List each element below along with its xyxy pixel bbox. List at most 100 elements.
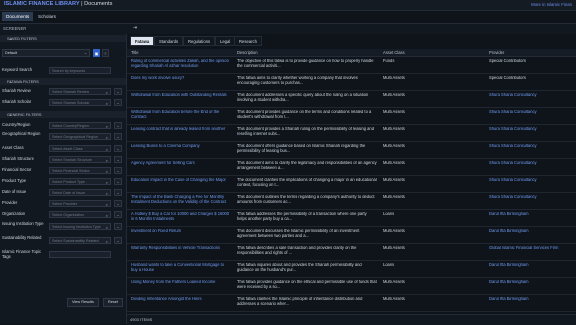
table-row[interactable]: Warranty Responsibilities in Vehicle Tra… <box>127 244 576 261</box>
keyword-search-input[interactable]: Search by keywords <box>49 67 111 74</box>
table-row[interactable]: Dividing Inheritance Amongst the Heirs Th… <box>127 295 576 312</box>
row-provider[interactable]: Darul Ifta Birmingham <box>489 212 573 217</box>
tab-fatawa[interactable]: Fatawa <box>130 36 155 46</box>
sustainability-select[interactable]: Select Sustainability Related ⌕ <box>49 237 111 244</box>
table-row[interactable]: Husband wants to take a Conventional Mor… <box>127 261 576 278</box>
more-link[interactable]: More in Islamic Finan <box>531 2 572 7</box>
row-title[interactable]: Warranty Responsibilities in Vehicle Tra… <box>131 246 231 251</box>
row-title[interactable]: Education Impact in the Case of Changing… <box>131 178 231 183</box>
chevron-down-icon[interactable]: ⌄ <box>114 200 122 207</box>
row-title[interactable]: Withdrawal from Education before the End… <box>131 110 231 119</box>
row-title[interactable]: The Impact of the Bank Charging a Fee fo… <box>131 195 231 204</box>
chevron-down-icon[interactable]: ⌄ <box>114 223 122 230</box>
table-row[interactable]: Using Money from the Fathers Loaned Inco… <box>127 278 576 295</box>
shariah-review-select[interactable]: Select Shariah Review ⌕ <box>49 88 111 95</box>
table-row[interactable]: Withdrawal from Education before the End… <box>127 108 576 125</box>
date-of-issue-select[interactable]: Select Date of Issue ⌕ <box>49 189 111 196</box>
row-provider[interactable]: Darul Ifta Birmingham <box>489 263 573 268</box>
table-row[interactable]: Ruling of commercial activities Zakah, a… <box>127 57 576 74</box>
asset-class-select[interactable]: Select Asset Class ⌕ <box>49 145 111 152</box>
column-header-description[interactable]: Description <box>237 50 257 55</box>
row-description: This fatwa clarifies the Islamic princip… <box>237 297 363 306</box>
search-icon: ⌕ <box>105 225 108 230</box>
table-row[interactable]: Agency Agreement for Selling Cars This do… <box>127 159 576 176</box>
row-provider[interactable]: Shura Sharia Consultancy <box>489 195 573 200</box>
chevron-down-icon[interactable]: ⌄ <box>114 189 122 196</box>
row-provider[interactable]: Darul Ifta Birmingham <box>489 280 573 285</box>
row-provider[interactable]: Shura Sharia Consultancy <box>489 178 573 183</box>
column-header-asset-class[interactable]: Asset Class <box>383 50 405 55</box>
row-provider[interactable]: Shura Sharia Consultancy <box>489 161 573 166</box>
saved-filter-select[interactable]: Default ⌄ <box>2 49 90 57</box>
row-title[interactable]: Leasing Buses to a Cinema Company <box>131 144 231 149</box>
reset-button[interactable]: Reset <box>103 298 123 307</box>
chevron-down-icon[interactable]: ⌄ <box>114 237 122 244</box>
chevron-down-icon[interactable]: ⌄ <box>114 122 122 129</box>
topic-tags-select[interactable] <box>49 251 111 258</box>
country-select[interactable]: Select Country/Region ⌕ <box>49 122 111 129</box>
geo-region-select[interactable]: Select Geographical Region ⌕ <box>49 133 111 140</box>
organization-select[interactable]: Select Organization ⌕ <box>49 211 111 218</box>
chevron-down-icon[interactable]: ⌄ <box>114 167 122 174</box>
chevron-down-icon[interactable]: ⌄ <box>114 133 122 140</box>
table-row[interactable]: Does my work involve usury? This fatwa ai… <box>127 74 576 91</box>
table-row[interactable]: Withdrawal from Education with Outstandi… <box>127 91 576 108</box>
row-title[interactable]: Using Money from the Fathers Loaned Inco… <box>131 280 231 285</box>
row-provider[interactable]: Darul Ifta Birmingham <box>489 229 573 234</box>
chevron-down-icon[interactable]: ⌄ <box>114 211 122 218</box>
list-icon[interactable]: ≡ <box>102 49 109 57</box>
row-provider[interactable]: Shura Sharia Consultancy <box>489 110 573 115</box>
shariah-structure-select[interactable]: Select Shariah Structure ⌕ <box>49 156 111 163</box>
breadcrumb[interactable]: Documents <box>84 1 112 7</box>
row-provider[interactable]: Shura Sharia Consultancy <box>489 144 573 149</box>
generic-filters-header[interactable]: ⌄ GENERIC FILTERS <box>0 111 126 118</box>
row-title[interactable]: A Hotkey $ Buy a Car for 10000 and Charg… <box>131 212 231 221</box>
table-row[interactable]: Education Impact in the Case of Changing… <box>127 176 576 193</box>
shariah-scholar-select[interactable]: Select Shariah Scholar ⌕ <box>49 99 111 106</box>
issuing-institution-placeholder: Select Issuing Institution Type <box>52 225 101 229</box>
provider-select[interactable]: Select Provider ⌕ <box>49 200 111 207</box>
saved-filters-header[interactable]: ⌄ SAVED FILTERS <box>0 35 126 42</box>
chevron-down-icon[interactable]: ⌄ <box>114 145 122 152</box>
provider-placeholder: Select Provider <box>52 202 78 206</box>
financial-sector-select[interactable]: Select Financial Sector ⌕ <box>49 167 111 174</box>
fatawa-filters-header[interactable]: ⌄ FATAWA FILTERS <box>0 78 126 85</box>
chevron-right-icon[interactable]: ⇥ <box>131 25 139 32</box>
row-title[interactable]: Leasing contract that is already leased … <box>131 127 231 132</box>
row-title[interactable]: Does my work involve usury? <box>131 76 231 81</box>
product-type-select[interactable]: Select Product Type ⌕ <box>49 178 111 185</box>
save-icon[interactable]: ▣ <box>93 49 100 57</box>
column-header-title[interactable]: Title <box>131 50 139 55</box>
chevron-down-icon[interactable]: ⌄ <box>114 156 122 163</box>
tab-documents[interactable]: Documents <box>2 12 34 21</box>
chevron-down-icon[interactable]: ⌄ <box>114 178 122 185</box>
chevron-down-icon[interactable]: ⌄ <box>114 99 122 106</box>
row-provider[interactable]: Global Islamic Financial Services Firm <box>489 246 573 251</box>
issuing-institution-select[interactable]: Select Issuing Institution Type ⌕ <box>49 223 111 230</box>
table-row[interactable]: The Impact of the Bank Charging a Fee fo… <box>127 193 576 210</box>
row-title[interactable]: Dividing Inheritance Amongst the Heirs <box>131 297 231 302</box>
row-asset-class: Multi Assets <box>383 229 405 233</box>
content-tabs: Fatawa Standards Regulations Legal Resea… <box>127 34 576 48</box>
row-provider[interactable]: Darul Ifta Birmingham <box>489 297 573 302</box>
table-row[interactable]: A Hotkey $ Buy a Car for 10000 and Charg… <box>127 210 576 227</box>
row-title[interactable]: Husband wants to take a Conventional Mor… <box>131 263 231 272</box>
chevron-down-icon[interactable]: ⌄ <box>114 88 122 95</box>
row-title[interactable]: Agency Agreement for Selling Cars <box>131 161 231 166</box>
table-row[interactable]: Investment on Fixed Return This document … <box>127 227 576 244</box>
row-provider[interactable]: Shura Sharia Consultancy <box>489 93 573 98</box>
product-type-label: Product Type <box>2 178 27 183</box>
row-provider[interactable]: Shura Sharia Consultancy <box>489 127 573 132</box>
tab-legal[interactable]: Legal <box>215 36 236 46</box>
table-row[interactable]: Leasing contract that is already leased … <box>127 125 576 142</box>
column-header-provider[interactable]: Provider <box>489 50 504 55</box>
tab-research[interactable]: Research <box>234 36 262 46</box>
view-results-button[interactable]: View Results <box>67 298 99 307</box>
tab-scholars[interactable]: Scholars <box>34 12 60 21</box>
tab-regulations[interactable]: Regulations <box>183 36 216 46</box>
row-title[interactable]: Ruling of commercial activities Zakah, a… <box>131 59 231 68</box>
table-row[interactable]: Leasing Buses to a Cinema Company This do… <box>127 142 576 159</box>
row-title[interactable]: Withdrawal from Education with Outstandi… <box>131 93 231 98</box>
row-title[interactable]: Investment on Fixed Return <box>131 229 231 234</box>
tab-standards[interactable]: Standards <box>154 36 184 46</box>
